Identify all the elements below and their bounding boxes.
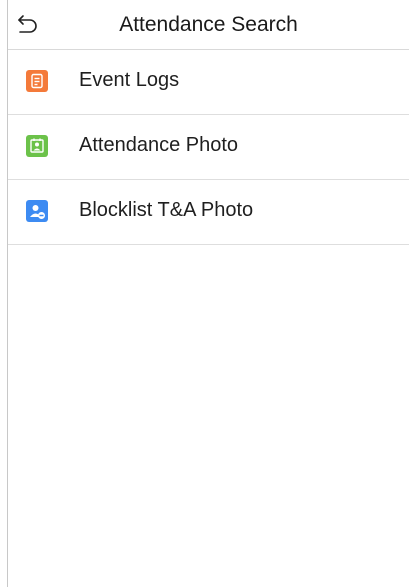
menu-item-label: Attendance Photo <box>79 134 239 156</box>
page-title: Attendance Search <box>119 13 298 36</box>
menu-item-label: Event Logs <box>79 69 180 91</box>
blocklist-photo-icon <box>26 200 48 222</box>
header-bar: Attendance Search <box>8 0 409 50</box>
menu-item-event-logs[interactable]: Event Logs <box>8 50 409 115</box>
event-logs-icon <box>26 70 48 92</box>
menu-item-label: Blocklist T&A Photo <box>79 199 254 221</box>
menu-item-attendance-photo[interactable]: Attendance Photo <box>8 115 409 180</box>
menu-item-blocklist-photo[interactable]: Blocklist T&A Photo <box>8 180 409 245</box>
menu-list: Event Logs Attendance Photo Blocklist T&… <box>8 50 409 245</box>
attendance-photo-icon <box>26 135 48 157</box>
screen: Attendance Search Event Logs Attendance … <box>7 0 409 587</box>
